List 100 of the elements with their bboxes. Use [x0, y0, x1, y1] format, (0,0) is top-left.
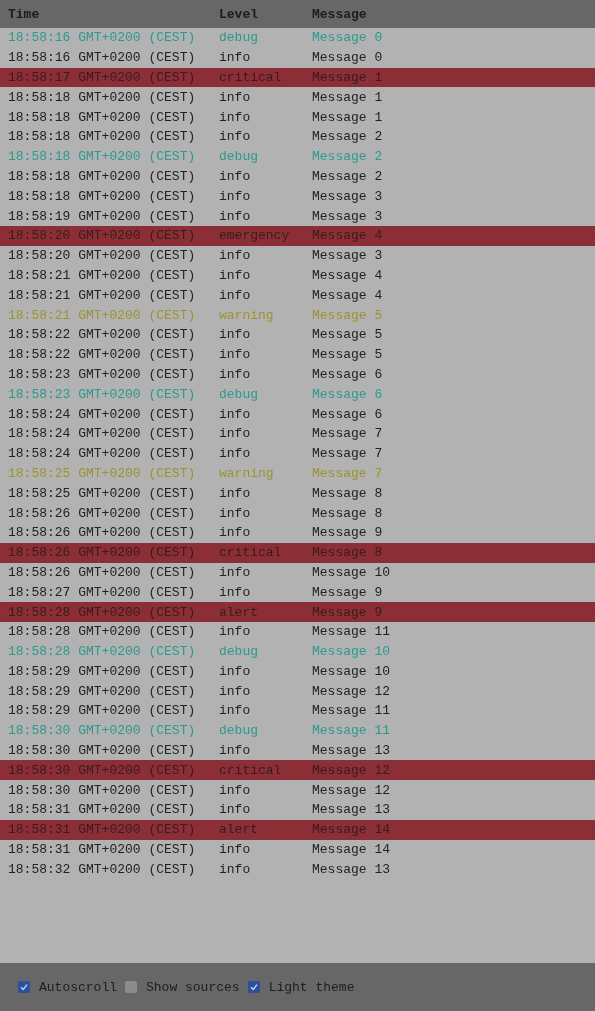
time-cell: 18:58:23 GMT+0200 (CEST) — [8, 366, 196, 382]
message-cell: Message 9 — [312, 525, 383, 541]
time-cell: 18:58:21 GMT+0200 (CEST) — [8, 267, 196, 283]
time-cell: 18:58:16 GMT+0200 (CEST) — [8, 30, 196, 46]
time-cell: 18:58:18 GMT+0200 (CEST) — [8, 129, 196, 145]
time-cell: 18:58:21 GMT+0200 (CEST) — [8, 307, 196, 323]
time-cell: 18:58:18 GMT+0200 (CEST) — [8, 109, 196, 125]
message-cell: Message 5 — [312, 307, 383, 323]
checkbox-label[interactable]: Show sources — [146, 979, 240, 995]
level-cell: info — [219, 703, 251, 719]
message-cell: Message 10 — [312, 663, 390, 679]
checkbox[interactable] — [18, 981, 30, 993]
message-cell: Message 14 — [312, 822, 390, 838]
message-cell: Message 2 — [312, 129, 383, 145]
message-cell: Message 11 — [312, 624, 390, 640]
message-cell: Message 6 — [312, 386, 383, 402]
time-cell: 18:58:30 GMT+0200 (CEST) — [8, 723, 196, 739]
level-cell: info — [219, 129, 251, 145]
time-cell: 18:58:21 GMT+0200 (CEST) — [8, 287, 196, 303]
time-cell: 18:58:30 GMT+0200 (CEST) — [8, 762, 196, 778]
level-cell: debug — [219, 723, 258, 739]
message-cell: Message 1 — [312, 89, 383, 105]
level-cell: warning — [219, 307, 274, 323]
message-cell: Message 10 — [312, 564, 390, 580]
level-cell: critical — [219, 545, 282, 561]
level-cell: info — [219, 109, 251, 125]
time-cell: 18:58:23 GMT+0200 (CEST) — [8, 386, 196, 402]
level-cell: info — [219, 50, 251, 66]
message-cell: Message 7 — [312, 426, 383, 442]
time-cell: 18:58:18 GMT+0200 (CEST) — [8, 149, 196, 165]
time-cell: 18:58:20 GMT+0200 (CEST) — [8, 228, 196, 244]
level-cell: info — [219, 861, 251, 877]
message-cell: Message 2 — [312, 149, 383, 165]
time-cell: 18:58:22 GMT+0200 (CEST) — [8, 327, 196, 343]
message-cell: Message 4 — [312, 228, 383, 244]
message-cell: Message 3 — [312, 188, 383, 204]
column-header: Message — [312, 6, 367, 22]
level-cell: info — [219, 188, 251, 204]
time-cell: 18:58:18 GMT+0200 (CEST) — [8, 168, 196, 184]
level-cell: info — [219, 426, 251, 442]
message-cell: Message 11 — [312, 703, 390, 719]
message-cell: Message 12 — [312, 762, 390, 778]
time-cell: 18:58:25 GMT+0200 (CEST) — [8, 485, 196, 501]
level-cell: critical — [219, 762, 282, 778]
message-cell: Message 0 — [312, 30, 383, 46]
checkbox-label[interactable]: Autoscroll — [39, 979, 117, 995]
level-cell: warning — [219, 465, 274, 481]
level-cell: info — [219, 525, 251, 541]
time-cell: 18:58:20 GMT+0200 (CEST) — [8, 248, 196, 264]
level-cell: alert — [219, 604, 258, 620]
message-cell: Message 8 — [312, 485, 383, 501]
message-cell: Message 13 — [312, 861, 390, 877]
message-cell: Message 4 — [312, 267, 383, 283]
level-cell: debug — [219, 30, 258, 46]
level-cell: info — [219, 208, 251, 224]
time-cell: 18:58:29 GMT+0200 (CEST) — [8, 683, 196, 699]
message-cell: Message 8 — [312, 545, 383, 561]
time-cell: 18:58:31 GMT+0200 (CEST) — [8, 842, 196, 858]
checkbox[interactable] — [247, 981, 260, 993]
level-cell: info — [219, 446, 251, 462]
time-cell: 18:58:27 GMT+0200 (CEST) — [8, 584, 196, 600]
time-cell: 18:58:18 GMT+0200 (CEST) — [8, 188, 196, 204]
column-header: Time — [8, 6, 40, 22]
time-cell: 18:58:25 GMT+0200 (CEST) — [8, 465, 196, 481]
message-cell: Message 12 — [312, 683, 390, 699]
time-cell: 18:58:19 GMT+0200 (CEST) — [8, 208, 196, 224]
level-cell: info — [219, 584, 251, 600]
time-cell: 18:58:32 GMT+0200 (CEST) — [8, 861, 196, 877]
message-cell: Message 6 — [312, 406, 383, 422]
level-cell: info — [219, 168, 251, 184]
message-cell: Message 6 — [312, 366, 383, 382]
time-cell: 18:58:29 GMT+0200 (CEST) — [8, 703, 196, 719]
message-cell: Message 10 — [312, 644, 390, 660]
time-cell: 18:58:26 GMT+0200 (CEST) — [8, 505, 196, 521]
time-cell: 18:58:16 GMT+0200 (CEST) — [8, 50, 196, 66]
message-cell: Message 9 — [312, 584, 383, 600]
time-cell: 18:58:22 GMT+0200 (CEST) — [8, 347, 196, 363]
time-cell: 18:58:28 GMT+0200 (CEST) — [8, 604, 196, 620]
level-cell: info — [219, 782, 251, 798]
message-cell: Message 12 — [312, 782, 390, 798]
time-cell: 18:58:18 GMT+0200 (CEST) — [8, 89, 196, 105]
time-cell: 18:58:26 GMT+0200 (CEST) — [8, 564, 196, 580]
time-cell: 18:58:24 GMT+0200 (CEST) — [8, 406, 196, 422]
checkbox[interactable] — [125, 981, 137, 993]
time-cell: 18:58:31 GMT+0200 (CEST) — [8, 802, 196, 818]
level-cell: alert — [219, 822, 258, 838]
level-cell: info — [219, 802, 251, 818]
level-cell: info — [219, 89, 251, 105]
time-cell: 18:58:17 GMT+0200 (CEST) — [8, 70, 196, 85]
level-cell: info — [219, 327, 251, 343]
level-cell: info — [219, 248, 251, 264]
time-cell: 18:58:24 GMT+0200 (CEST) — [8, 446, 196, 462]
level-cell: critical — [219, 70, 282, 85]
level-cell: info — [219, 267, 251, 283]
level-cell: info — [219, 743, 251, 759]
level-cell: info — [219, 564, 251, 580]
checkbox-label[interactable]: Light theme — [268, 979, 355, 995]
time-cell: 18:58:26 GMT+0200 (CEST) — [8, 525, 196, 541]
time-cell: 18:58:30 GMT+0200 (CEST) — [8, 743, 196, 759]
time-cell: 18:58:30 GMT+0200 (CEST) — [8, 782, 196, 798]
